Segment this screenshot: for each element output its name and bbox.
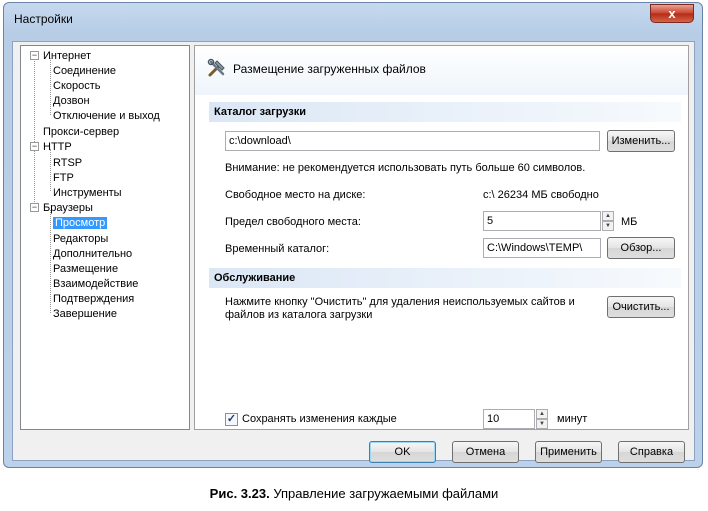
tree-item-label: Отключение и выход bbox=[53, 110, 160, 122]
spin-down-icon[interactable]: ▼ bbox=[602, 221, 614, 231]
cancel-button-label: Отмена bbox=[465, 446, 506, 458]
panel-header: Размещение загруженных файлов bbox=[195, 46, 688, 95]
figure-number: Рис. 3.23. bbox=[209, 486, 270, 501]
free-space-value: c:\ 26234 МБ свободно bbox=[483, 189, 599, 201]
change-button-label: Изменить... bbox=[611, 135, 671, 147]
spin-up-icon[interactable]: ▲ bbox=[536, 409, 548, 419]
tools-icon bbox=[207, 58, 227, 78]
autosave-unit: минут bbox=[557, 413, 588, 425]
change-button[interactable]: Изменить... bbox=[607, 130, 675, 152]
tree-item-internet[interactable]: − Интернет bbox=[25, 49, 91, 63]
tree-item-browsers[interactable]: − Браузеры bbox=[25, 201, 93, 215]
tree-connector bbox=[34, 58, 35, 208]
figure-caption: Рис. 3.23. Управление загружаемыми файла… bbox=[0, 486, 708, 501]
settings-panel: Размещение загруженных файлов Каталог за… bbox=[194, 45, 689, 430]
window-title: Настройки bbox=[14, 12, 73, 26]
tree-item-dialup[interactable]: Дозвон bbox=[53, 94, 90, 108]
dialog-client-area: − Интернет Соединение Скорость Дозвон От… bbox=[12, 41, 695, 463]
tree-item-confirmations[interactable]: Подтверждения bbox=[53, 292, 134, 306]
tree-item-placement[interactable]: Размещение bbox=[53, 262, 118, 276]
free-space-label: Свободное место на диске: bbox=[225, 189, 366, 201]
collapse-icon[interactable]: − bbox=[30, 51, 39, 60]
autosave-spinner[interactable]: ▲ ▼ bbox=[536, 409, 548, 429]
tree-item-editors[interactable]: Редакторы bbox=[53, 232, 108, 246]
tree-connector bbox=[50, 58, 51, 115]
help-button-label: Справка bbox=[629, 446, 674, 458]
temp-label: Временный каталог: bbox=[225, 243, 330, 255]
tree-connector bbox=[50, 149, 51, 191]
autosave-label: Сохранять изменения каждые bbox=[242, 413, 397, 425]
section-maintenance: Обслуживание bbox=[209, 268, 681, 288]
path-warning: Внимание: не рекомендуется использовать … bbox=[225, 162, 586, 174]
download-path-input[interactable]: c:\download\ bbox=[225, 131, 600, 151]
tree-item-label: Инструменты bbox=[53, 187, 122, 199]
limit-spinner[interactable]: ▲ ▼ bbox=[602, 211, 614, 231]
tree-item-label: Интернет bbox=[43, 50, 91, 62]
browse-button[interactable]: Обзор... bbox=[607, 237, 675, 259]
tree-item-label: Взаимодействие bbox=[53, 278, 139, 290]
spin-down-icon[interactable]: ▼ bbox=[536, 419, 548, 429]
panel-title: Размещение загруженных файлов bbox=[233, 62, 426, 76]
tree-item-interaction[interactable]: Взаимодействие bbox=[53, 277, 138, 291]
tree-item-http[interactable]: − HTTP bbox=[25, 140, 72, 154]
browse-button-label: Обзор... bbox=[620, 242, 662, 254]
ok-button[interactable]: OK bbox=[369, 441, 436, 463]
tree-item-connection[interactable]: Соединение bbox=[53, 64, 116, 78]
tree-item-label: Браузеры bbox=[43, 202, 93, 214]
close-button[interactable]: x bbox=[650, 4, 694, 23]
tree-item-ftp[interactable]: FTP bbox=[53, 171, 74, 185]
tree-item-label: Просмотр bbox=[53, 217, 108, 229]
collapse-icon[interactable]: − bbox=[30, 203, 39, 212]
tree-item-label: Подтверждения bbox=[53, 293, 135, 305]
cancel-button[interactable]: Отмена bbox=[452, 441, 519, 463]
tree-item-speed[interactable]: Скорость bbox=[53, 79, 101, 93]
tree-item-label: Прокси-сервер bbox=[43, 126, 120, 138]
settings-window: Настройки x − Интернет Соединение Скорос… bbox=[3, 2, 703, 468]
tree-item-finish[interactable]: Завершение bbox=[53, 307, 117, 321]
maintenance-text-line2: файлов из каталога загрузки bbox=[225, 309, 373, 321]
limit-input[interactable]: 5 bbox=[483, 211, 601, 231]
tree-item-label: Редакторы bbox=[53, 233, 109, 245]
tree-item-label: Дополнительно bbox=[53, 248, 133, 260]
maintenance-text-line1: Нажмите кнопку "Очистить" для удаления н… bbox=[225, 296, 575, 308]
limit-label: Предел свободного места: bbox=[225, 216, 361, 228]
clear-button-label: Очистить... bbox=[612, 301, 670, 313]
autosave-interval-input[interactable]: 10 bbox=[483, 409, 535, 429]
tree-item-label: Размещение bbox=[53, 263, 119, 275]
clear-button[interactable]: Очистить... bbox=[607, 296, 675, 318]
section-download-folder: Каталог загрузки bbox=[209, 102, 681, 122]
collapse-icon[interactable]: − bbox=[30, 142, 39, 151]
tree-item-disconnect[interactable]: Отключение и выход bbox=[53, 109, 160, 123]
tree-connector bbox=[50, 210, 51, 313]
autosave-checkbox[interactable]: ✓ bbox=[225, 413, 238, 426]
tree-item-label: Дозвон bbox=[53, 95, 90, 107]
tree-item-label: Скорость bbox=[53, 80, 101, 92]
tree-item-tools[interactable]: Инструменты bbox=[53, 186, 122, 200]
tree-item-advanced[interactable]: Дополнительно bbox=[53, 247, 132, 261]
tree-item-proxy[interactable]: Прокси-сервер bbox=[43, 125, 119, 139]
tree-item-rtsp[interactable]: RTSP bbox=[53, 156, 82, 170]
tree-item-view[interactable]: Просмотр bbox=[53, 216, 108, 230]
tree-item-label: Соединение bbox=[53, 65, 117, 77]
tree-item-label: Завершение bbox=[53, 308, 117, 320]
apply-button[interactable]: Применить bbox=[535, 441, 602, 463]
apply-button-label: Применить bbox=[540, 446, 597, 458]
tree-item-label: HTTP bbox=[43, 141, 72, 153]
tree-item-label: FTP bbox=[53, 172, 74, 184]
temp-folder-input[interactable]: C:\Windows\TEMP\ bbox=[483, 238, 601, 258]
limit-unit: МБ bbox=[621, 216, 638, 228]
ok-button-label: OK bbox=[394, 446, 411, 458]
figure-caption-text: Управление загружаемыми файлами bbox=[269, 486, 499, 501]
help-button[interactable]: Справка bbox=[618, 441, 685, 463]
spin-up-icon[interactable]: ▲ bbox=[602, 211, 614, 221]
tree-item-label: RTSP bbox=[53, 157, 83, 169]
settings-tree[interactable]: − Интернет Соединение Скорость Дозвон От… bbox=[20, 45, 190, 430]
